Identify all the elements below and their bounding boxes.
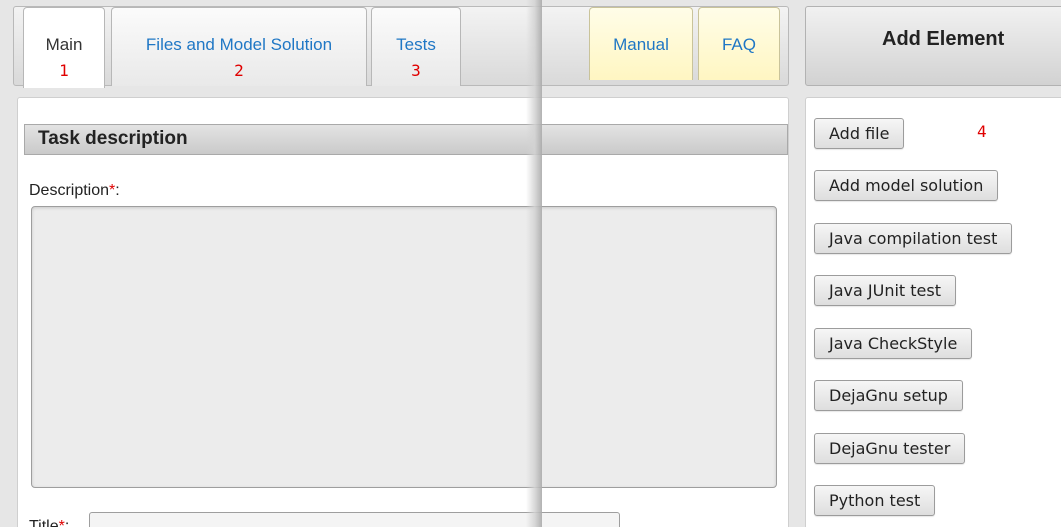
description-textarea[interactable]: [31, 206, 777, 488]
tab-tests-label: Tests: [396, 35, 436, 54]
tab-faq-label: FAQ: [721, 35, 756, 54]
tab-tests[interactable]: Tests 3: [371, 7, 461, 86]
add-element-header: Add Element: [805, 6, 1061, 86]
java-checkstyle-button[interactable]: Java CheckStyle: [814, 328, 973, 359]
title-label-text: Title: [29, 518, 59, 527]
add-file-button[interactable]: Add file: [814, 118, 905, 149]
python-test-button[interactable]: Python test: [814, 485, 936, 516]
screen-divider: [526, 0, 542, 527]
description-colon: :: [115, 182, 120, 199]
tab-main-marker: 1: [59, 61, 69, 80]
task-editor-screen: Main 1 Files and Model Solution 2 Tests …: [0, 0, 1061, 527]
main-content-panel: Task description Description*: Title*:: [17, 97, 789, 527]
tab-files-marker: 2: [234, 61, 244, 80]
tab-files-and-model-solution[interactable]: Files and Model Solution 2: [111, 7, 367, 86]
dejagnu-setup-button[interactable]: DejaGnu setup: [814, 380, 963, 411]
description-label-text: Description: [29, 182, 110, 199]
title-colon: :: [64, 518, 70, 527]
java-compilation-test-button[interactable]: Java compilation test: [814, 223, 1013, 254]
tab-main-label: Main: [45, 35, 83, 54]
description-label: Description*:: [29, 182, 120, 200]
tab-faq[interactable]: FAQ: [698, 7, 780, 80]
task-description-header: Task description: [24, 124, 788, 155]
title-label: Title*:: [29, 518, 69, 527]
tab-main[interactable]: Main 1: [23, 7, 105, 88]
dejagnu-tester-button[interactable]: DejaGnu tester: [814, 433, 966, 464]
add-model-solution-button[interactable]: Add model solution: [814, 170, 999, 201]
tab-manual[interactable]: Manual: [589, 7, 693, 80]
add-element-panel: Add file 4 Add model solution Java compi…: [805, 97, 1061, 527]
tab-files-label: Files and Model Solution: [145, 35, 333, 54]
task-description-title: Task description: [38, 128, 188, 149]
tab-tests-marker: 3: [411, 61, 421, 80]
add-element-marker: 4: [977, 122, 987, 141]
add-element-title: Add Element: [882, 28, 1005, 50]
java-junit-test-button[interactable]: Java JUnit test: [814, 275, 956, 306]
tab-manual-label: Manual: [613, 35, 669, 54]
